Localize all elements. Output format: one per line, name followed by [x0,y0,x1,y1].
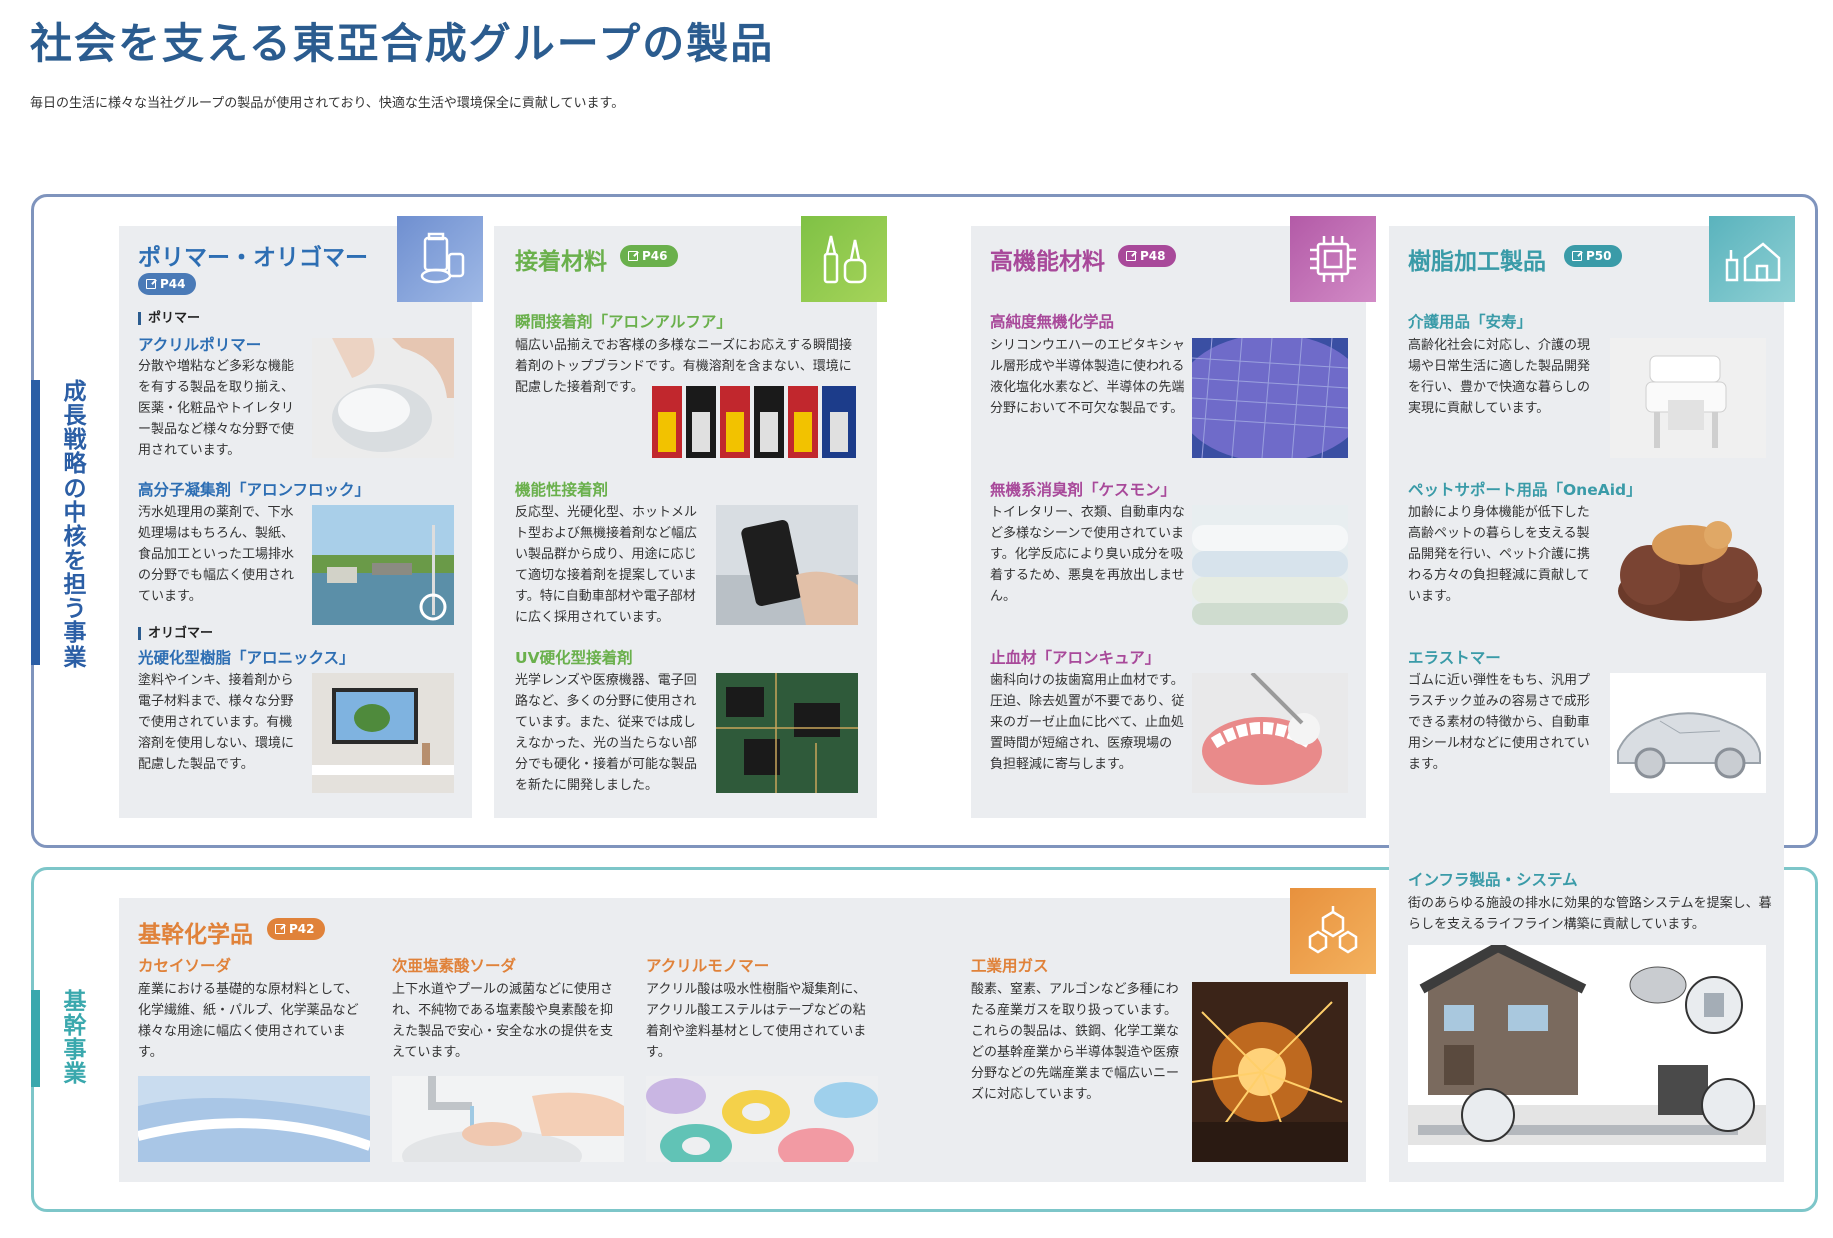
basic-item-1-desc: 産業における基礎的な原材料として、化学繊維、紙・パルプ、化学薬品など様々な用途に… [138,982,359,1060]
dental-model-image [1192,673,1348,793]
smartphone-image [716,505,858,625]
polymer-item-2-desc: 汚水処理用の薬剤で、下水処理場はもちろん、製紙、食品加工といった工場排水の分野で… [138,505,295,604]
functional-title: 高機能材料 [990,249,1105,275]
adhesive-page-label: P46 [642,249,668,263]
external-link-icon [628,251,638,261]
external-link-icon [146,279,156,289]
basic-item-1-title: カセイソーダ [138,957,232,975]
paper-sheets-image [138,1076,370,1162]
functional-page-link[interactable]: P48 [1118,245,1176,267]
cosmetics-icon [397,216,483,302]
folded-towels-image [1192,505,1348,625]
house-icon [1709,216,1795,302]
page-subtitle: 毎日の生活に様々な当社グループの製品が使用されており、快適な生活や環境保全に貢献… [30,96,625,111]
basic-item-4-desc: 酸素、窒素、アルゴンなど多種にわたる産業ガスを取り扱っています。これらの製品は、… [971,982,1180,1102]
growth-section-label: 成長戦略の中核を担う事業 [63,379,87,671]
resin-item-3-desc: ゴムに近い弾性をもち、汎用プラスチック並みの容易さで成形できる素材の特徴から、自… [1408,673,1591,772]
core-section-bar [31,990,40,1087]
tape-rolls-image [646,1076,878,1162]
polymer-page-link[interactable]: P44 [138,273,196,295]
functional-item-3-desc: 歯科向けの抜歯窩用止血材です。圧迫、除去処置が不要であり、従来のガーゼ止血に比べ… [990,673,1185,772]
polymer-item-2-title: 高分子凝集剤「アロンフロック」 [138,481,371,499]
resin-item-2-desc: 加齢により身体機能が低下した高齢ペットの暮らしを支える製品開発を行い、ペット介護… [1408,505,1591,604]
basic-item-2-title: 次亜塩素酸ソーダ [392,957,517,975]
basic-item-2-desc: 上下水道やプールの滅菌などに使用され、不純物である塩素酸や臭素酸を抑えた製品で安… [392,982,614,1060]
washing-hands-image [392,1076,624,1162]
resin-page-label: P50 [1586,249,1612,263]
functional-item-2-desc: トイレタリー、衣類、自動車内など多様なシーンで使用されています。化学反応により臭… [990,505,1185,604]
adhesive-item-1-title: 瞬間接着剤「アロンアルフア」 [515,313,732,331]
adhesive-item-3-desc: 光学レンズや医療機器、電子回路など、多くの分野に使用されています。また、従来では… [515,673,698,793]
external-link-icon [1126,251,1136,261]
acrylic-polymer-image [312,338,454,458]
page-title: 社会を支える東亞合成グループの製品 [30,19,775,68]
polymer-page-label: P44 [160,277,186,291]
pet-cushion-image [1610,505,1766,625]
resin-item-1-title: 介護用品「安寿」 [1408,313,1533,331]
care-chair-image [1610,338,1766,458]
resin-item-3-title: エラストマー [1408,649,1501,667]
resin-item-4-title: インフラ製品・システム [1408,871,1578,889]
basic-item-3-title: アクリルモノマー [646,957,770,975]
molecule-icon [1290,888,1376,974]
adhesive-page-link[interactable]: P46 [620,245,678,267]
water-treatment-image [312,505,454,625]
resin-item-1-desc: 高齢化社会に対応し、介護の現場や日常生活に適した製品開発を行い、豊かで快適な暮ら… [1408,338,1591,416]
external-link-icon [1572,251,1582,261]
functional-item-2-title: 無機系消臭剤「ケスモン」 [990,481,1177,499]
resin-item-4-desc: 街のあらゆる施設の排水に効果的な管路システムを提案し、暮らしを支えるライフライン… [1408,896,1772,932]
silicon-wafer-image [1192,338,1348,458]
functional-page-label: P48 [1140,249,1166,263]
basic-item-3-desc: アクリル酸は吸水性樹脂や凝集剤に、アクリル酸エステルはテープなどの粘着剤や塗料基… [646,982,867,1060]
polymer-item-1-title: アクリルポリマー [138,336,262,354]
resin-title: 樹脂加工製品 [1408,249,1546,275]
infrastructure-house-image [1408,945,1766,1162]
adhesive-item-3-title: UV硬化型接着剤 [515,649,633,667]
adhesive-item-2-desc: 反応型、光硬化型、ホットメルト型および無機接着剤など幅広い製品群から成り、用途に… [515,505,698,625]
basic-title: 基幹化学品 [138,922,253,948]
functional-item-3-title: 止血材「アロンキュア」 [990,649,1161,667]
adhesive-item-2-title: 機能性接着剤 [515,481,609,499]
polymer-item-1-desc: 分散や増粘など多彩な機能を有する製品を取り揃え、医薬・化粧品やトイレタリー製品な… [138,359,295,458]
basic-item-4-title: 工業用ガス [971,957,1049,975]
resin-item-2-title: ペットサポート用品「OneAid」 [1408,481,1642,499]
external-link-icon [275,924,285,934]
aron-alpha-products-image [650,382,860,460]
chip-icon [1290,216,1376,302]
basic-page-link[interactable]: P42 [267,918,325,940]
oligomer-sub-label: オリゴマー [138,627,213,640]
adhesive-title: 接着材料 [515,249,607,275]
functional-item-1-title: 高純度無機化学品 [990,313,1115,331]
basic-page-label: P42 [289,922,315,936]
polymer-sub-label: ポリマー [138,312,200,325]
polymer-title: ポリマー・オリゴマー [138,245,368,271]
functional-item-1-desc: シリコンウエハーのエピタキシャル層形成や半導体製造に使われる液化塩化水素など、半… [990,338,1186,416]
tv-room-image [312,673,454,793]
car-xray-image [1610,673,1766,793]
core-section-label: 基幹事業 [63,989,87,1088]
polymer-item-3-desc: 塗料やインキ、接着剤から電子材料まで、様々な分野で使用されています。有機溶剤を使… [138,673,295,772]
glue-tube-icon [801,216,887,302]
resin-page-link[interactable]: P50 [1564,245,1622,267]
growth-section-bar [31,380,40,665]
industrial-sparks-image [1192,982,1348,1162]
circuit-board-image [716,673,858,793]
polymer-item-3-title: 光硬化型樹脂「アロニックス」 [138,649,355,667]
